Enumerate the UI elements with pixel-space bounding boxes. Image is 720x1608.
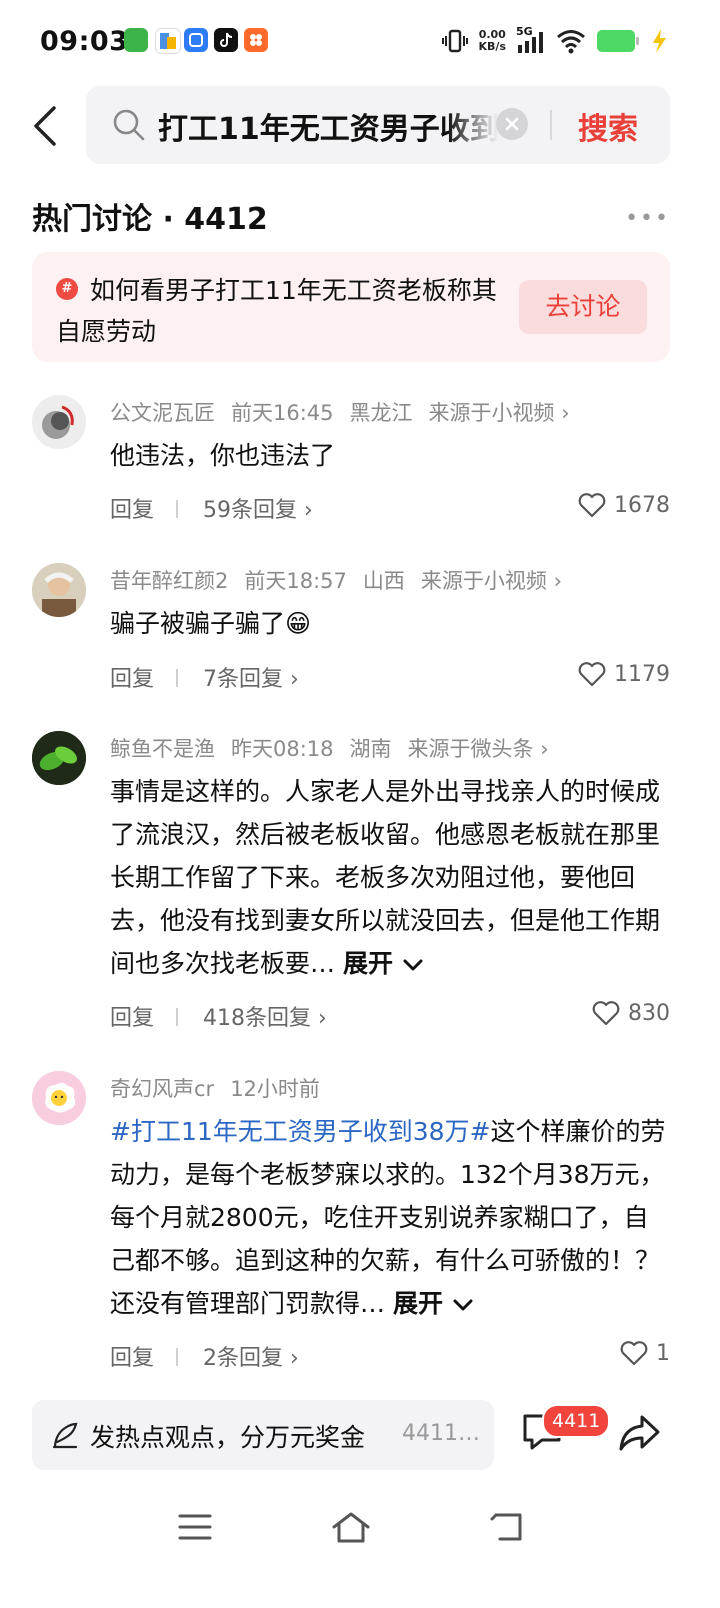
- green-app-icon: [124, 28, 148, 52]
- hashtag-link[interactable]: #打工11年无工资男子收到38万#: [110, 1117, 491, 1146]
- avatar[interactable]: [32, 1071, 86, 1125]
- username[interactable]: 昔年醉红颜2: [110, 569, 228, 593]
- battery-icon: [597, 30, 639, 52]
- expand-button[interactable]: 展开: [343, 949, 424, 978]
- go-discuss-button[interactable]: 去讨论: [519, 280, 647, 334]
- comment-source[interactable]: 来源于小视频 ›: [429, 401, 570, 425]
- close-icon: [505, 117, 519, 131]
- avatar[interactable]: [32, 563, 86, 617]
- tiktok-icon: [214, 28, 238, 52]
- search-icon: [113, 109, 145, 141]
- divider: [176, 1008, 178, 1026]
- status-time: 09:03: [40, 26, 129, 57]
- view-replies-link[interactable]: 2条回复 ›: [203, 1340, 299, 1372]
- like-count: 830: [628, 1000, 670, 1026]
- comment-actions: 回复 418条回复 › 830: [110, 1000, 670, 1034]
- home-icon[interactable]: [331, 1510, 371, 1544]
- system-nav-bar: [0, 1490, 720, 1608]
- comment-text: 事情是这样的。人家老人是外出寻找亲人的时候成了流浪汉，然后被老板收留。他感恩老板…: [110, 770, 670, 985]
- pen-icon: [52, 1422, 78, 1449]
- reply-button[interactable]: 回复: [110, 661, 154, 693]
- comment-meta: 鲸鱼不是渔 昨天08:18 湖南 来源于微头条 ›: [110, 733, 565, 763]
- divider: [176, 1348, 178, 1366]
- files-icon: [155, 28, 181, 54]
- comment-location: 湖南: [349, 737, 392, 761]
- avatar[interactable]: [32, 731, 86, 785]
- comment-body: 这个样廉价的劳动力，是每个老板梦寐以求的。132个月38万元，每个月就2800元…: [110, 1117, 666, 1318]
- topic-card[interactable]: # 如何看男子打工11年无工资老板称其自愿劳动 去讨论: [32, 252, 670, 362]
- comment-time: 12小时前: [230, 1077, 320, 1101]
- blue-app-icon: [184, 28, 208, 52]
- back-nav-icon[interactable]: [490, 1511, 526, 1543]
- like-button[interactable]: 830: [592, 1000, 670, 1026]
- signal-icon: 5G: [516, 25, 546, 55]
- avatar[interactable]: [32, 395, 86, 449]
- reply-button[interactable]: 回复: [110, 1000, 154, 1032]
- reply-button[interactable]: 回复: [110, 1340, 154, 1372]
- search-input[interactable]: 打工11年无工资男子收到38万: [158, 104, 498, 148]
- comment-location: 黑龙江: [349, 401, 413, 425]
- comment-source[interactable]: 来源于微头条 ›: [408, 737, 549, 761]
- divider: [176, 500, 178, 518]
- heart-icon: [578, 662, 606, 687]
- compose-count: 4411…: [402, 1421, 480, 1446]
- chevron-down-icon: [453, 1299, 473, 1311]
- username[interactable]: 公文泥瓦匠: [110, 401, 215, 425]
- like-count: 1179: [614, 661, 670, 687]
- comment-meta: 奇幻风声cr 12小时前: [110, 1073, 336, 1103]
- comment-actions: 回复 2条回复 › 1: [110, 1340, 670, 1374]
- heart-icon: [592, 1001, 620, 1026]
- like-button[interactable]: 1: [620, 1340, 670, 1366]
- username[interactable]: 奇幻风声cr: [110, 1077, 214, 1101]
- heart-icon: [620, 1341, 648, 1366]
- orange-app-icon: [244, 28, 268, 52]
- divider: [176, 669, 178, 687]
- heart-icon: [578, 493, 606, 518]
- net-speed: 0.00 KB/s: [478, 28, 506, 53]
- comment-meta: 昔年醉红颜2 前天18:57 山西 来源于小视频 ›: [110, 565, 578, 595]
- comment-location: 山西: [362, 569, 405, 593]
- view-replies-link[interactable]: 418条回复 ›: [203, 1000, 327, 1032]
- expand-button[interactable]: 展开: [393, 1289, 474, 1318]
- back-button[interactable]: [28, 104, 64, 148]
- view-replies-link[interactable]: 7条回复 ›: [203, 661, 299, 693]
- username[interactable]: 鲸鱼不是渔: [110, 737, 215, 761]
- status-bar: 09:03 0.00 KB/s 5G: [0, 0, 720, 80]
- topic-title: 如何看男子打工11年无工资老板称其自愿劳动: [56, 276, 497, 346]
- vibrate-icon: [441, 29, 468, 53]
- menu-icon[interactable]: [177, 1512, 213, 1542]
- comment-input[interactable]: 发热点观点，分万元奖金 4411…: [32, 1400, 494, 1470]
- view-replies-link[interactable]: 59条回复 ›: [203, 492, 313, 524]
- comment-text: 骗子被骗子骗了😁: [110, 609, 312, 638]
- divider: [550, 110, 552, 140]
- wifi-icon: [557, 30, 585, 54]
- comment-text: 他违法，你也违法了: [110, 441, 336, 470]
- search-bar[interactable]: 打工11年无工资男子收到38万 搜索: [86, 86, 670, 164]
- compose-placeholder: 发热点观点，分万元奖金: [90, 1423, 366, 1452]
- comment-actions: 回复 7条回复 › 1179: [110, 661, 670, 695]
- search-button[interactable]: 搜索: [578, 104, 638, 148]
- chevron-down-icon: [403, 959, 423, 971]
- comment-actions: 回复 59条回复 › 1678: [110, 492, 670, 526]
- share-icon: [619, 1415, 660, 1451]
- clear-search-button[interactable]: [496, 108, 528, 140]
- comment-time: 前天16:45: [231, 401, 334, 425]
- comment-time: 昨天08:18: [231, 737, 334, 761]
- comment-count-badge: 4411: [542, 1404, 611, 1438]
- reply-button[interactable]: 回复: [110, 492, 154, 524]
- comment-meta: 公文泥瓦匠 前天16:45 黑龙江 来源于小视频 ›: [110, 397, 586, 427]
- comment-time: 前天18:57: [244, 569, 347, 593]
- like-button[interactable]: 1678: [578, 492, 670, 518]
- chevron-left-icon: [34, 106, 56, 146]
- like-button[interactable]: 1179: [578, 661, 670, 687]
- section-title: 热门讨论 · 4412: [32, 202, 268, 237]
- like-count: 1678: [614, 492, 670, 518]
- comment-text: #打工11年无工资男子收到38万#这个样廉价的劳动力，是每个老板梦寐以求的。13…: [110, 1110, 670, 1325]
- comment-source[interactable]: 来源于小视频 ›: [421, 569, 562, 593]
- comment-body: 事情是这样的。人家老人是外出寻找亲人的时候成了流浪汉，然后被老板收留。他感恩老板…: [110, 777, 661, 978]
- share-button[interactable]: [616, 1412, 662, 1458]
- more-options-icon[interactable]: •••: [625, 206, 670, 231]
- charging-icon: [653, 29, 666, 53]
- like-count: 1: [656, 1340, 670, 1366]
